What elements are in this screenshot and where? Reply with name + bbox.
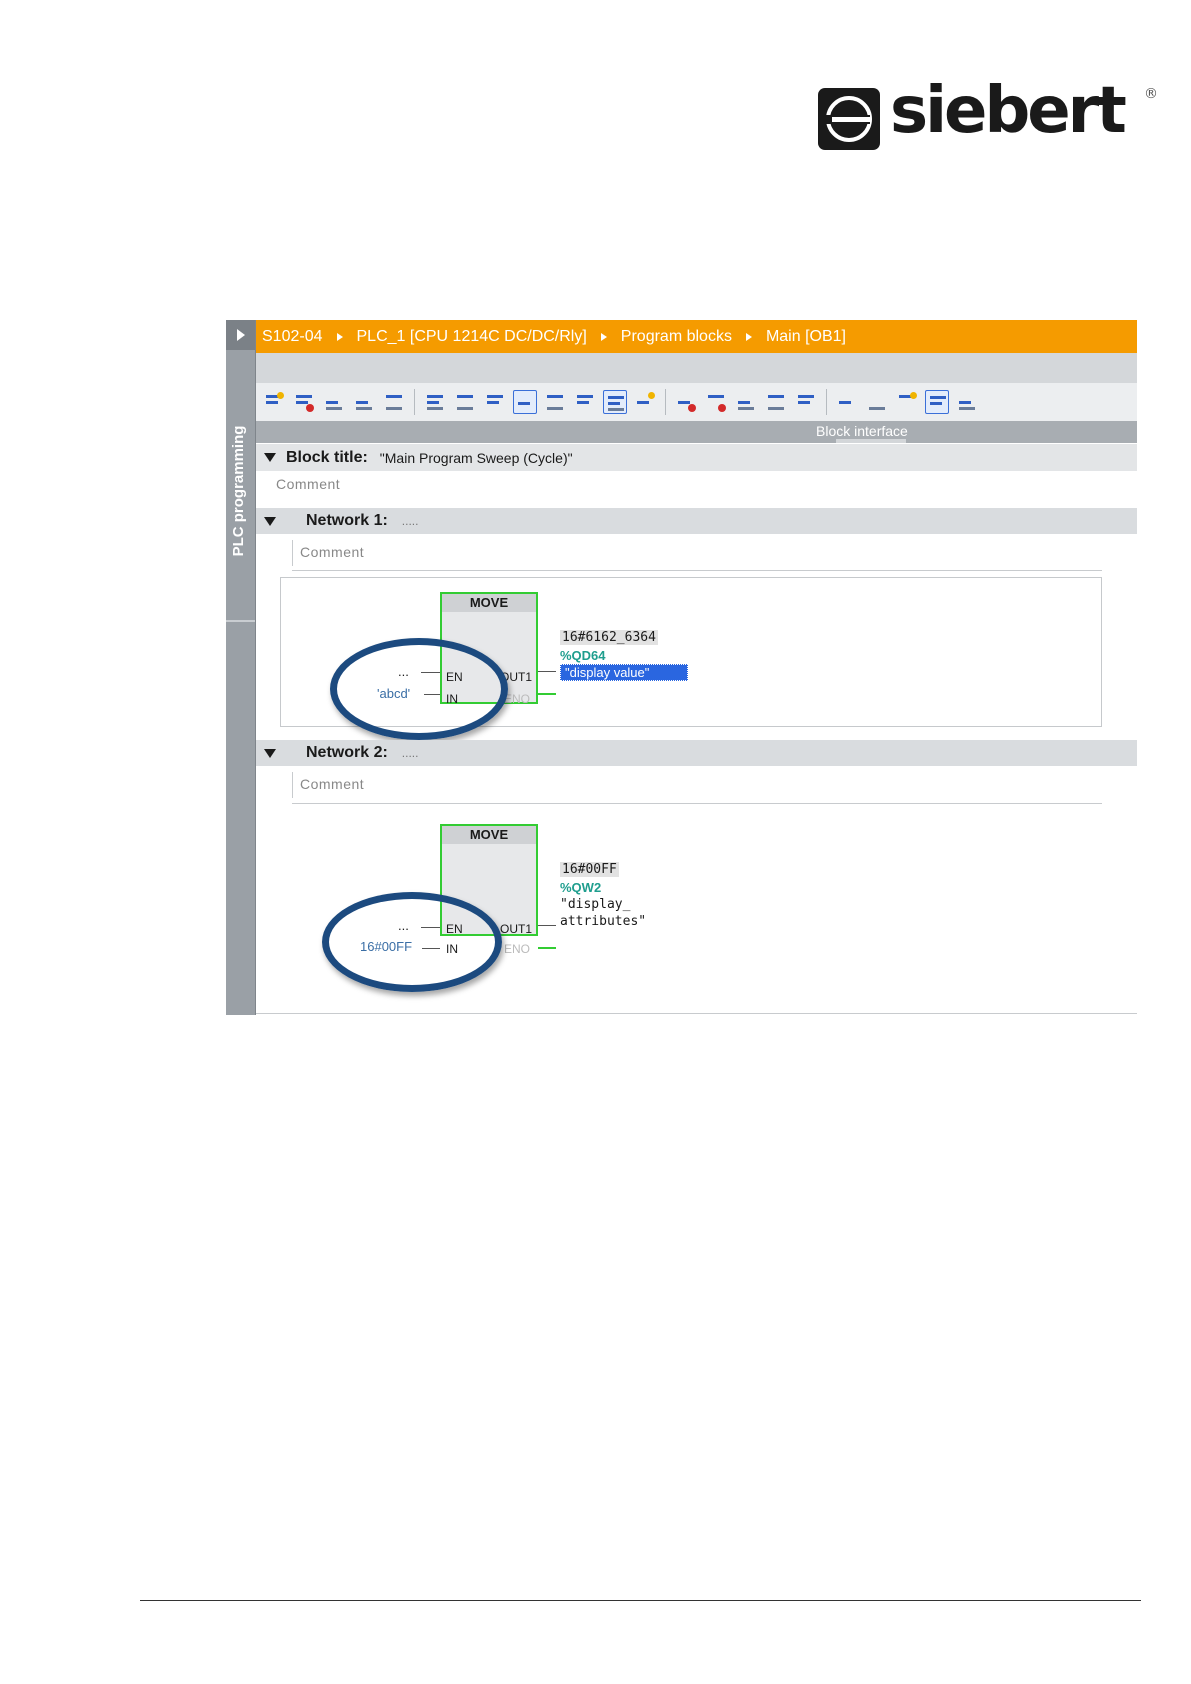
- expand-arrow-icon: [237, 329, 245, 341]
- block-call-icon[interactable]: [764, 390, 788, 414]
- tia-portal-screenshot: PLC programming S102-04 PLC_1 [CPU 1214C…: [226, 320, 1137, 1015]
- block-interface-bar[interactable]: Block interface: [256, 421, 1137, 443]
- move-block-title: MOVE: [442, 594, 536, 612]
- out-tag-selected[interactable]: "display value": [560, 664, 688, 681]
- editor-toolbar: [256, 383, 1137, 421]
- logo-text: siebert: [890, 74, 1127, 148]
- breadcrumb-arrow-icon: [745, 332, 752, 341]
- open-all-networks-icon[interactable]: [453, 390, 477, 414]
- network-2-label: Network 2:: [306, 744, 388, 761]
- tag-info-icon[interactable]: [603, 390, 627, 414]
- pin-eno: ENO: [504, 692, 531, 706]
- network-comments-icon[interactable]: [513, 390, 537, 414]
- go-to-error-icon[interactable]: [674, 390, 698, 414]
- block-title-row: Block title: "Main Program Sweep (Cycle)…: [256, 444, 1137, 471]
- out-address[interactable]: %QD64: [560, 648, 606, 663]
- monitor-on-off-icon[interactable]: [925, 390, 949, 414]
- breadcrumb-project[interactable]: S102-04: [262, 328, 323, 346]
- sidebar-toggle-button[interactable]: [226, 320, 255, 350]
- breadcrumb-arrow-icon: [600, 332, 607, 341]
- highlight-ellipse: [322, 892, 502, 992]
- resize-grip[interactable]: [836, 439, 906, 443]
- network-1-header: Network 1: .....: [256, 508, 1137, 534]
- collapse-arrow-icon[interactable]: [264, 748, 276, 758]
- download-icon[interactable]: [794, 390, 818, 414]
- move-block-title: MOVE: [442, 826, 536, 844]
- monitoring-icon[interactable]: [895, 390, 919, 414]
- pin-eno: ENO: [504, 942, 531, 956]
- network-2-title[interactable]: .....: [402, 746, 419, 760]
- registered-mark: ®: [1144, 86, 1158, 102]
- out-tag-line1[interactable]: "display_: [560, 897, 630, 912]
- network-2-comment[interactable]: Comment: [300, 776, 364, 792]
- block-interface-label: Block interface: [816, 423, 908, 439]
- breadcrumb-main-ob1[interactable]: Main [OB1]: [766, 328, 846, 346]
- breadcrumb: S102-04 PLC_1 [CPU 1214C DC/DC/Rly] Prog…: [256, 320, 1137, 353]
- insert-network-icon[interactable]: [262, 390, 286, 414]
- sidebar-label[interactable]: PLC programming: [230, 416, 252, 566]
- siebert-logo: siebert ®: [818, 74, 1163, 156]
- shift-left-icon[interactable]: [835, 390, 859, 414]
- breadcrumb-arrow-icon: [336, 332, 343, 341]
- add-row-icon[interactable]: [352, 390, 376, 414]
- block-title-value[interactable]: "Main Program Sweep (Cycle)": [380, 450, 573, 466]
- highlight-ellipse: [330, 638, 508, 740]
- out-tag-line2[interactable]: attributes": [560, 914, 646, 929]
- shift-right-icon[interactable]: [865, 390, 889, 414]
- network-1-title[interactable]: .....: [402, 514, 419, 528]
- network-1-comment[interactable]: Comment: [300, 544, 364, 560]
- collapse-arrow-icon[interactable]: [264, 516, 276, 526]
- out-address[interactable]: %QW2: [560, 880, 601, 895]
- compare-icon[interactable]: [955, 390, 979, 414]
- delete-network-icon[interactable]: [292, 390, 316, 414]
- close-all-networks-icon[interactable]: [483, 390, 507, 414]
- block-title-label: Block title:: [286, 448, 368, 466]
- network-2-header: Network 2: .....: [256, 740, 1137, 766]
- absolute-operands-icon[interactable]: [543, 390, 567, 414]
- out-constant: 16#6162_6364: [560, 630, 658, 645]
- compile-icon[interactable]: [382, 390, 406, 414]
- pin-out1: OUT1: [500, 922, 533, 936]
- sidebar: PLC programming: [226, 320, 256, 1015]
- siebert-logo-icon: [818, 88, 880, 150]
- favorites-icon[interactable]: [573, 390, 597, 414]
- next-error-icon[interactable]: [704, 390, 728, 414]
- watch-icon[interactable]: [633, 390, 657, 414]
- breadcrumb-program-blocks[interactable]: Program blocks: [621, 328, 732, 346]
- list-view-icon[interactable]: [423, 390, 447, 414]
- block-comment[interactable]: Comment: [276, 476, 340, 492]
- footer-rule: [140, 1600, 1141, 1601]
- header-band: [256, 353, 1137, 383]
- collapse-arrow-icon[interactable]: [264, 453, 276, 462]
- out-constant: 16#00FF: [560, 862, 619, 877]
- breadcrumb-plc[interactable]: PLC_1 [CPU 1214C DC/DC/Rly]: [357, 328, 587, 346]
- insert-row-icon[interactable]: [322, 390, 346, 414]
- network-1-label: Network 1:: [306, 512, 388, 529]
- update-calls-icon[interactable]: [734, 390, 758, 414]
